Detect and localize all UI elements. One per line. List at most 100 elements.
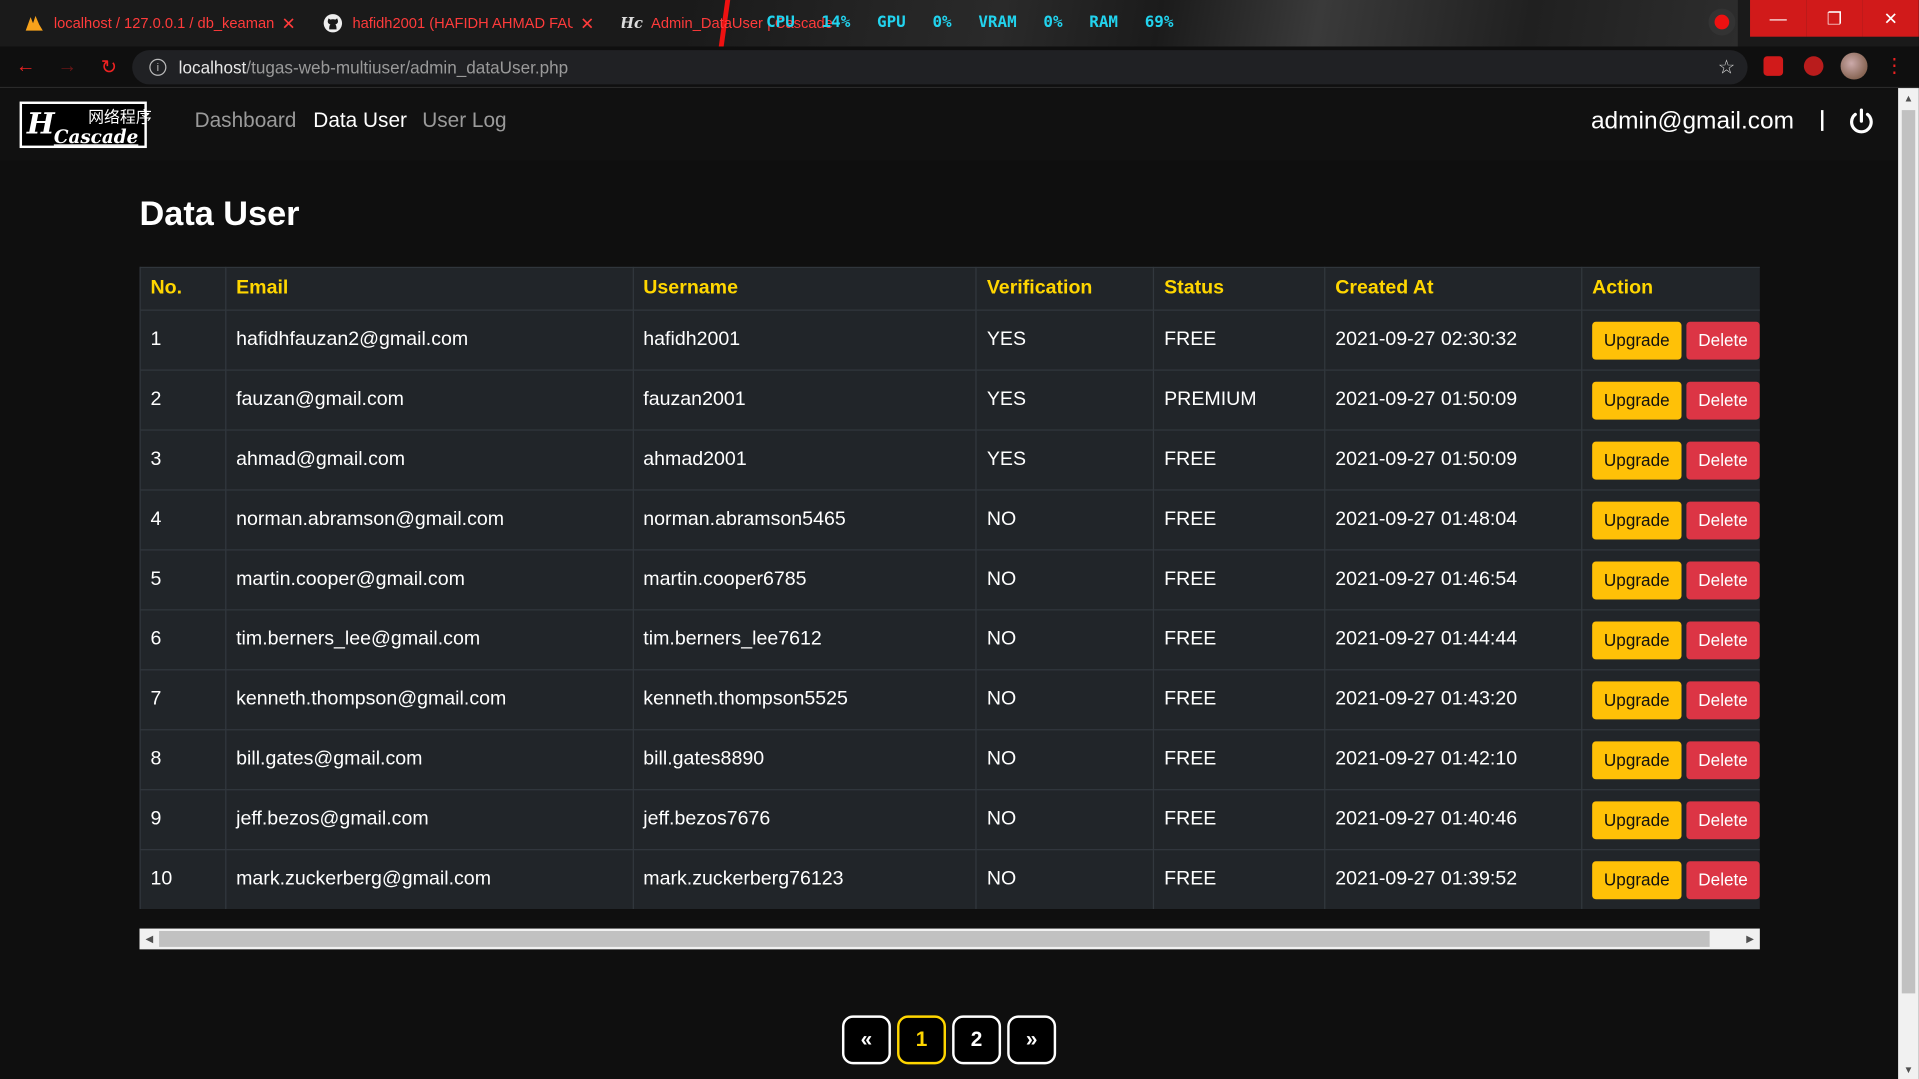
- delete-button[interactable]: Delete: [1686, 800, 1760, 839]
- status-cell: FREE: [1153, 549, 1326, 611]
- action-cell: Upgrade Delete: [1581, 309, 1760, 371]
- scroll-down-arrow-icon[interactable]: ▼: [1898, 1059, 1919, 1079]
- puzzle-extension-icon[interactable]: [1803, 56, 1824, 76]
- scrollbar-thumb[interactable]: [1901, 110, 1916, 994]
- github-icon: [323, 13, 343, 33]
- profile-avatar[interactable]: [1840, 52, 1868, 80]
- upgrade-button[interactable]: Upgrade: [1592, 680, 1682, 719]
- table-container: No. Email Username Verification Status C…: [139, 266, 1760, 909]
- close-window-button[interactable]: ✕: [1862, 0, 1919, 37]
- delete-button[interactable]: Delete: [1686, 321, 1760, 360]
- email-cell: martin.cooper@gmail.com: [225, 549, 634, 611]
- nav-dashboard[interactable]: Dashboard: [195, 109, 297, 133]
- logo-cascade-text: Cascade: [53, 126, 139, 149]
- scroll-left-arrow-icon[interactable]: ◀: [140, 929, 160, 950]
- delete-button[interactable]: Delete: [1686, 680, 1760, 719]
- nav-data-user[interactable]: Data User: [313, 109, 407, 133]
- action-cell: Upgrade Delete: [1581, 729, 1760, 791]
- upgrade-button[interactable]: Upgrade: [1592, 560, 1682, 599]
- upgrade-button[interactable]: Upgrade: [1592, 441, 1682, 479]
- close-icon[interactable]: ✕: [281, 13, 295, 34]
- power-logout-icon[interactable]: [1847, 108, 1876, 137]
- upgrade-button[interactable]: Upgrade: [1592, 620, 1682, 659]
- delete-button[interactable]: Delete: [1686, 500, 1760, 539]
- status-cell: FREE: [1153, 729, 1326, 791]
- column-header: Status: [1153, 266, 1326, 311]
- upgrade-button[interactable]: Upgrade: [1592, 860, 1682, 899]
- upgrade-button[interactable]: Upgrade: [1592, 381, 1682, 420]
- minimize-button[interactable]: —: [1750, 0, 1807, 37]
- email-cell: tim.berners_lee@gmail.com: [225, 609, 634, 671]
- table-row: 1 hafidhfauzan2@gmail.com hafidh2001 YES FRE…: [139, 309, 1760, 371]
- vram-value: 0%: [1043, 13, 1063, 32]
- extension-icon[interactable]: [1763, 56, 1784, 76]
- logo-h: H: [26, 105, 55, 141]
- delete-button[interactable]: Delete: [1686, 620, 1760, 659]
- browser-tabstrip: localhost / 127.0.0.1 / db_keamanan ✕ ha…: [0, 0, 1919, 47]
- close-icon[interactable]: ✕: [580, 13, 594, 34]
- column-header: Verification: [975, 266, 1155, 311]
- upgrade-button[interactable]: Upgrade: [1592, 321, 1682, 360]
- action-cell: Upgrade Delete: [1581, 849, 1760, 909]
- status-cell: FREE: [1153, 309, 1326, 371]
- cpu-label: CPU: [766, 13, 795, 32]
- email-cell: norman.abramson@gmail.com: [225, 489, 634, 551]
- reload-icon[interactable]: ↻: [95, 54, 122, 81]
- status-cell: FREE: [1153, 489, 1326, 551]
- record-icon[interactable]: [1708, 8, 1736, 36]
- cascade-icon: Hc: [621, 14, 643, 32]
- upgrade-button[interactable]: Upgrade: [1592, 500, 1682, 539]
- username-cell: jeff.bezos7676: [632, 789, 978, 851]
- created-at-cell: 2021-09-27 01:43:20: [1324, 669, 1583, 731]
- username-cell: norman.abramson5465: [632, 489, 978, 551]
- tab-title: localhost / 127.0.0.1 / db_keamanan: [53, 14, 275, 32]
- site-logo[interactable]: H 网络程序 Cascade: [19, 101, 152, 149]
- table-header-row: No. Email Username Verification Status C…: [139, 266, 1760, 311]
- tab-phpmyadmin[interactable]: localhost / 127.0.0.1 / db_keamanan ✕: [24, 5, 299, 42]
- action-cell: Upgrade Delete: [1581, 369, 1760, 431]
- table-row: 3 ahmad@gmail.com ahmad2001 YES FREE 2021-09-…: [139, 429, 1760, 491]
- pagination-page-1[interactable]: 1: [897, 1015, 946, 1065]
- nav-user-log[interactable]: User Log: [422, 109, 506, 133]
- back-arrow-icon[interactable]: ←: [12, 54, 39, 81]
- pagination-prev-button[interactable]: «: [841, 1015, 891, 1065]
- row-number: 8: [139, 729, 227, 791]
- gpu-value: 0%: [932, 13, 952, 32]
- verification-cell: YES: [975, 309, 1155, 371]
- upgrade-button[interactable]: Upgrade: [1592, 800, 1682, 839]
- pagination-next-button[interactable]: »: [1007, 1015, 1057, 1065]
- menu-kebab-icon[interactable]: ⋮: [1885, 54, 1905, 78]
- pagination-page-2[interactable]: 2: [952, 1015, 1002, 1065]
- status-cell: FREE: [1153, 609, 1326, 671]
- tab-github[interactable]: hafidh2001 (HAFIDH AHMAD FAUZAN) ✕: [323, 5, 598, 42]
- created-at-cell: 2021-09-27 02:30:32: [1324, 309, 1583, 371]
- username-cell: tim.berners_lee7612: [632, 609, 978, 671]
- created-at-cell: 2021-09-27 01:48:04: [1324, 489, 1583, 551]
- upgrade-button[interactable]: Upgrade: [1592, 740, 1682, 779]
- table-row: 6 tim.berners_lee@gmail.com tim.berners_le…: [139, 609, 1760, 671]
- delete-button[interactable]: Delete: [1686, 560, 1760, 599]
- horizontal-scrollbar[interactable]: ◀ ▶: [139, 928, 1760, 950]
- restore-button[interactable]: ❐: [1806, 0, 1863, 37]
- row-number: 3: [139, 429, 227, 491]
- status-cell: PREMIUM: [1153, 369, 1326, 431]
- delete-button[interactable]: Delete: [1686, 381, 1760, 420]
- scroll-right-arrow-icon[interactable]: ▶: [1740, 929, 1760, 950]
- info-icon[interactable]: i: [149, 58, 167, 76]
- address-bar[interactable]: i localhost/tugas-web-multiuser/admin_da…: [132, 50, 1748, 85]
- bookmark-star-icon[interactable]: ☆: [1718, 55, 1736, 79]
- row-number: 6: [139, 609, 227, 671]
- email-cell: fauzan@gmail.com: [225, 369, 634, 431]
- ram-value: 69%: [1144, 13, 1174, 32]
- forward-arrow-icon[interactable]: →: [54, 54, 81, 81]
- delete-button[interactable]: Delete: [1686, 860, 1760, 899]
- delete-button[interactable]: Delete: [1686, 740, 1760, 779]
- vertical-scrollbar[interactable]: ▲ ▼: [1898, 88, 1919, 1079]
- scroll-up-arrow-icon[interactable]: ▲: [1898, 88, 1919, 108]
- username-cell: hafidh2001: [632, 309, 978, 371]
- column-header: Created At: [1324, 266, 1583, 311]
- row-number: 2: [139, 369, 227, 431]
- verification-cell: YES: [975, 369, 1155, 431]
- scrollbar-thumb[interactable]: [159, 931, 1710, 947]
- delete-button[interactable]: Delete: [1686, 441, 1760, 479]
